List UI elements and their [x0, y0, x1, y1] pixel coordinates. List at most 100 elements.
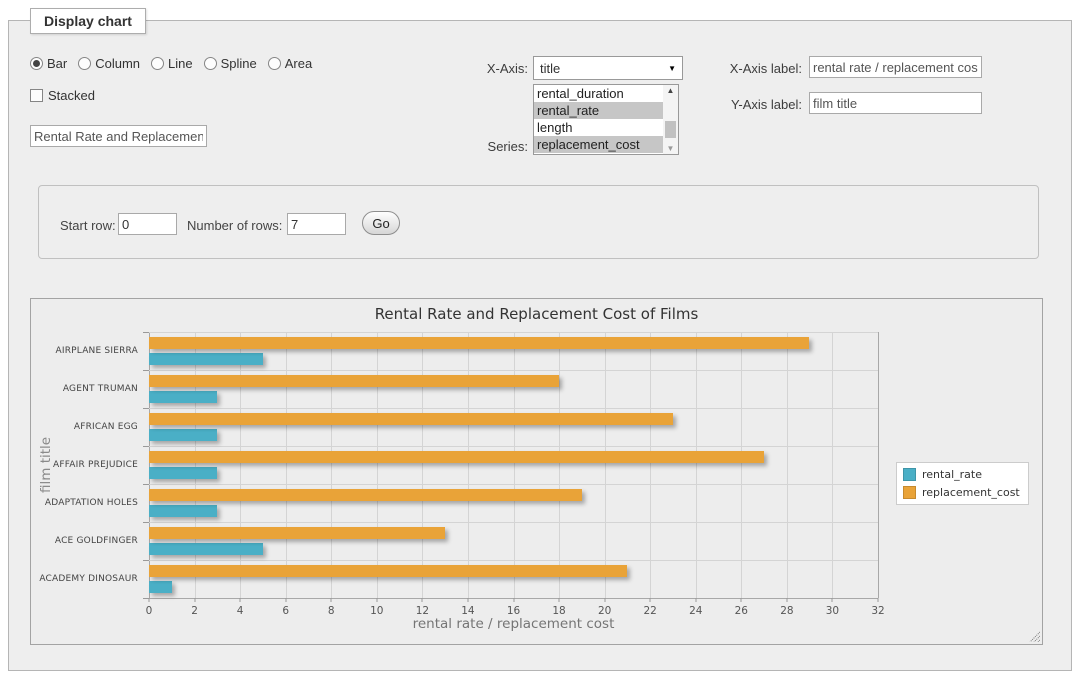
gridline-x: [605, 332, 606, 598]
radio-label: Area: [285, 56, 312, 71]
fieldset-legend: Display chart: [30, 8, 146, 34]
bar-rental_rate: [149, 353, 263, 365]
legend-item-replacement_cost[interactable]: replacement_cost: [903, 486, 1020, 499]
y-category-label: AFRICAN EGG: [74, 422, 138, 432]
y-category-label: AGENT TRUMAN: [63, 384, 138, 394]
bar-replacement_cost: [149, 527, 445, 539]
gridline-x: [195, 332, 196, 598]
legend-swatch-icon: [903, 486, 916, 499]
num-rows-label: Number of rows:: [187, 218, 285, 233]
y-tick-mark: [143, 408, 149, 409]
x-axis-select-value: title: [540, 61, 560, 76]
x-axis-select[interactable]: title ▼: [533, 56, 683, 80]
gridline-x: [468, 332, 469, 598]
scroll-down-icon[interactable]: ▼: [663, 144, 678, 153]
gridline-x: [149, 332, 150, 598]
series-option-rental_rate[interactable]: rental_rate: [534, 102, 678, 119]
y-tick-mark: [143, 446, 149, 447]
x-tick-mark: [604, 598, 605, 602]
radio-icon[interactable]: [151, 57, 164, 70]
x-tick-mark: [285, 598, 286, 602]
y-tick-mark: [143, 560, 149, 561]
gridline-y: [149, 446, 878, 447]
bar-rental_rate: [149, 581, 172, 593]
legend-item-rental_rate[interactable]: rental_rate: [903, 468, 1020, 481]
bar-rental_rate: [149, 467, 217, 479]
scroll-up-icon[interactable]: ▲: [663, 86, 678, 95]
series-listbox[interactable]: rental_durationrental_ratelengthreplacem…: [533, 84, 679, 155]
legend-swatch-icon: [903, 468, 916, 481]
gridline-y: [149, 522, 878, 523]
gridline-y: [149, 484, 878, 485]
y-tick-mark: [143, 370, 149, 371]
y-axis-label-input[interactable]: [809, 92, 982, 114]
chart-type-radio-bar[interactable]: Bar: [30, 56, 67, 71]
gridline-y: [149, 332, 878, 333]
gridline-x: [878, 332, 879, 598]
chart-type-radio-group: Bar Column Line Spline Area: [30, 56, 323, 71]
x-tick-mark: [695, 598, 696, 602]
gridline-x: [650, 332, 651, 598]
page: Display chart Bar Column Line Spline Area St…: [0, 0, 1081, 681]
bar-replacement_cost: [149, 375, 559, 387]
gridline-x: [377, 332, 378, 598]
legend-label: replacement_cost: [922, 486, 1020, 499]
y-axis-label-field-label: Y-Axis label:: [716, 97, 802, 112]
resize-handle-icon[interactable]: [1029, 631, 1040, 642]
gridline-x: [286, 332, 287, 598]
x-axis-label-input[interactable]: [809, 56, 982, 78]
chart-type-radio-line[interactable]: Line: [151, 56, 193, 71]
radio-icon[interactable]: [204, 57, 217, 70]
y-category-label: AIRPLANE SIERRA: [55, 346, 138, 356]
chart-type-radio-column[interactable]: Column: [78, 56, 140, 71]
radio-label: Line: [168, 56, 193, 71]
x-tick-mark: [741, 598, 742, 602]
gridline-x: [741, 332, 742, 598]
y-category-label: ADAPTATION HOLES: [45, 498, 138, 508]
stacked-label: Stacked: [48, 88, 95, 103]
radio-icon[interactable]: [30, 57, 43, 70]
x-tick-mark: [832, 598, 833, 602]
series-option-replacement_cost[interactable]: replacement_cost: [534, 136, 678, 153]
bar-replacement_cost: [149, 489, 582, 501]
bar-rental_rate: [149, 543, 263, 555]
gridline-x: [331, 332, 332, 598]
plot-area: [149, 332, 878, 598]
go-button[interactable]: Go: [362, 211, 400, 235]
gridline-y: [149, 370, 878, 371]
bar-rental_rate: [149, 429, 217, 441]
gridline-x: [422, 332, 423, 598]
radio-label: Column: [95, 56, 140, 71]
chart-type-radio-spline[interactable]: Spline: [204, 56, 257, 71]
y-tick-mark: [143, 522, 149, 523]
num-rows-input[interactable]: [287, 213, 346, 235]
scrollbar-thumb[interactable]: [665, 121, 676, 138]
start-row-input[interactable]: [118, 213, 177, 235]
chart-type-radio-area[interactable]: Area: [268, 56, 312, 71]
y-axis-title: film title: [37, 332, 55, 598]
y-tick-mark: [143, 332, 149, 333]
chart-title-input[interactable]: [30, 125, 207, 147]
radio-label: Bar: [47, 56, 67, 71]
gridline-x: [240, 332, 241, 598]
x-tick-mark: [422, 598, 423, 602]
radio-icon[interactable]: [268, 57, 281, 70]
series-option-length[interactable]: length: [534, 119, 678, 136]
x-tick-mark: [878, 598, 879, 602]
radio-icon[interactable]: [78, 57, 91, 70]
bar-replacement_cost: [149, 565, 627, 577]
start-row-label: Start row:: [60, 218, 118, 233]
series-option-rental_duration[interactable]: rental_duration: [534, 85, 678, 102]
stacked-checkbox[interactable]: [30, 89, 43, 102]
y-category-label: AFFAIR PREJUDICE: [53, 460, 138, 470]
x-tick-mark: [650, 598, 651, 602]
listbox-scrollbar[interactable]: ▲ ▼: [663, 85, 678, 154]
gridline-y: [149, 560, 878, 561]
y-category-label: ACE GOLDFINGER: [55, 536, 138, 546]
chart-container: Rental Rate and Replacement Cost of Film…: [30, 298, 1043, 645]
series-options: rental_durationrental_ratelengthreplacem…: [534, 85, 678, 153]
gridline-y: [149, 408, 878, 409]
x-tick-mark: [240, 598, 241, 602]
bar-replacement_cost: [149, 413, 673, 425]
x-tick-mark: [194, 598, 195, 602]
